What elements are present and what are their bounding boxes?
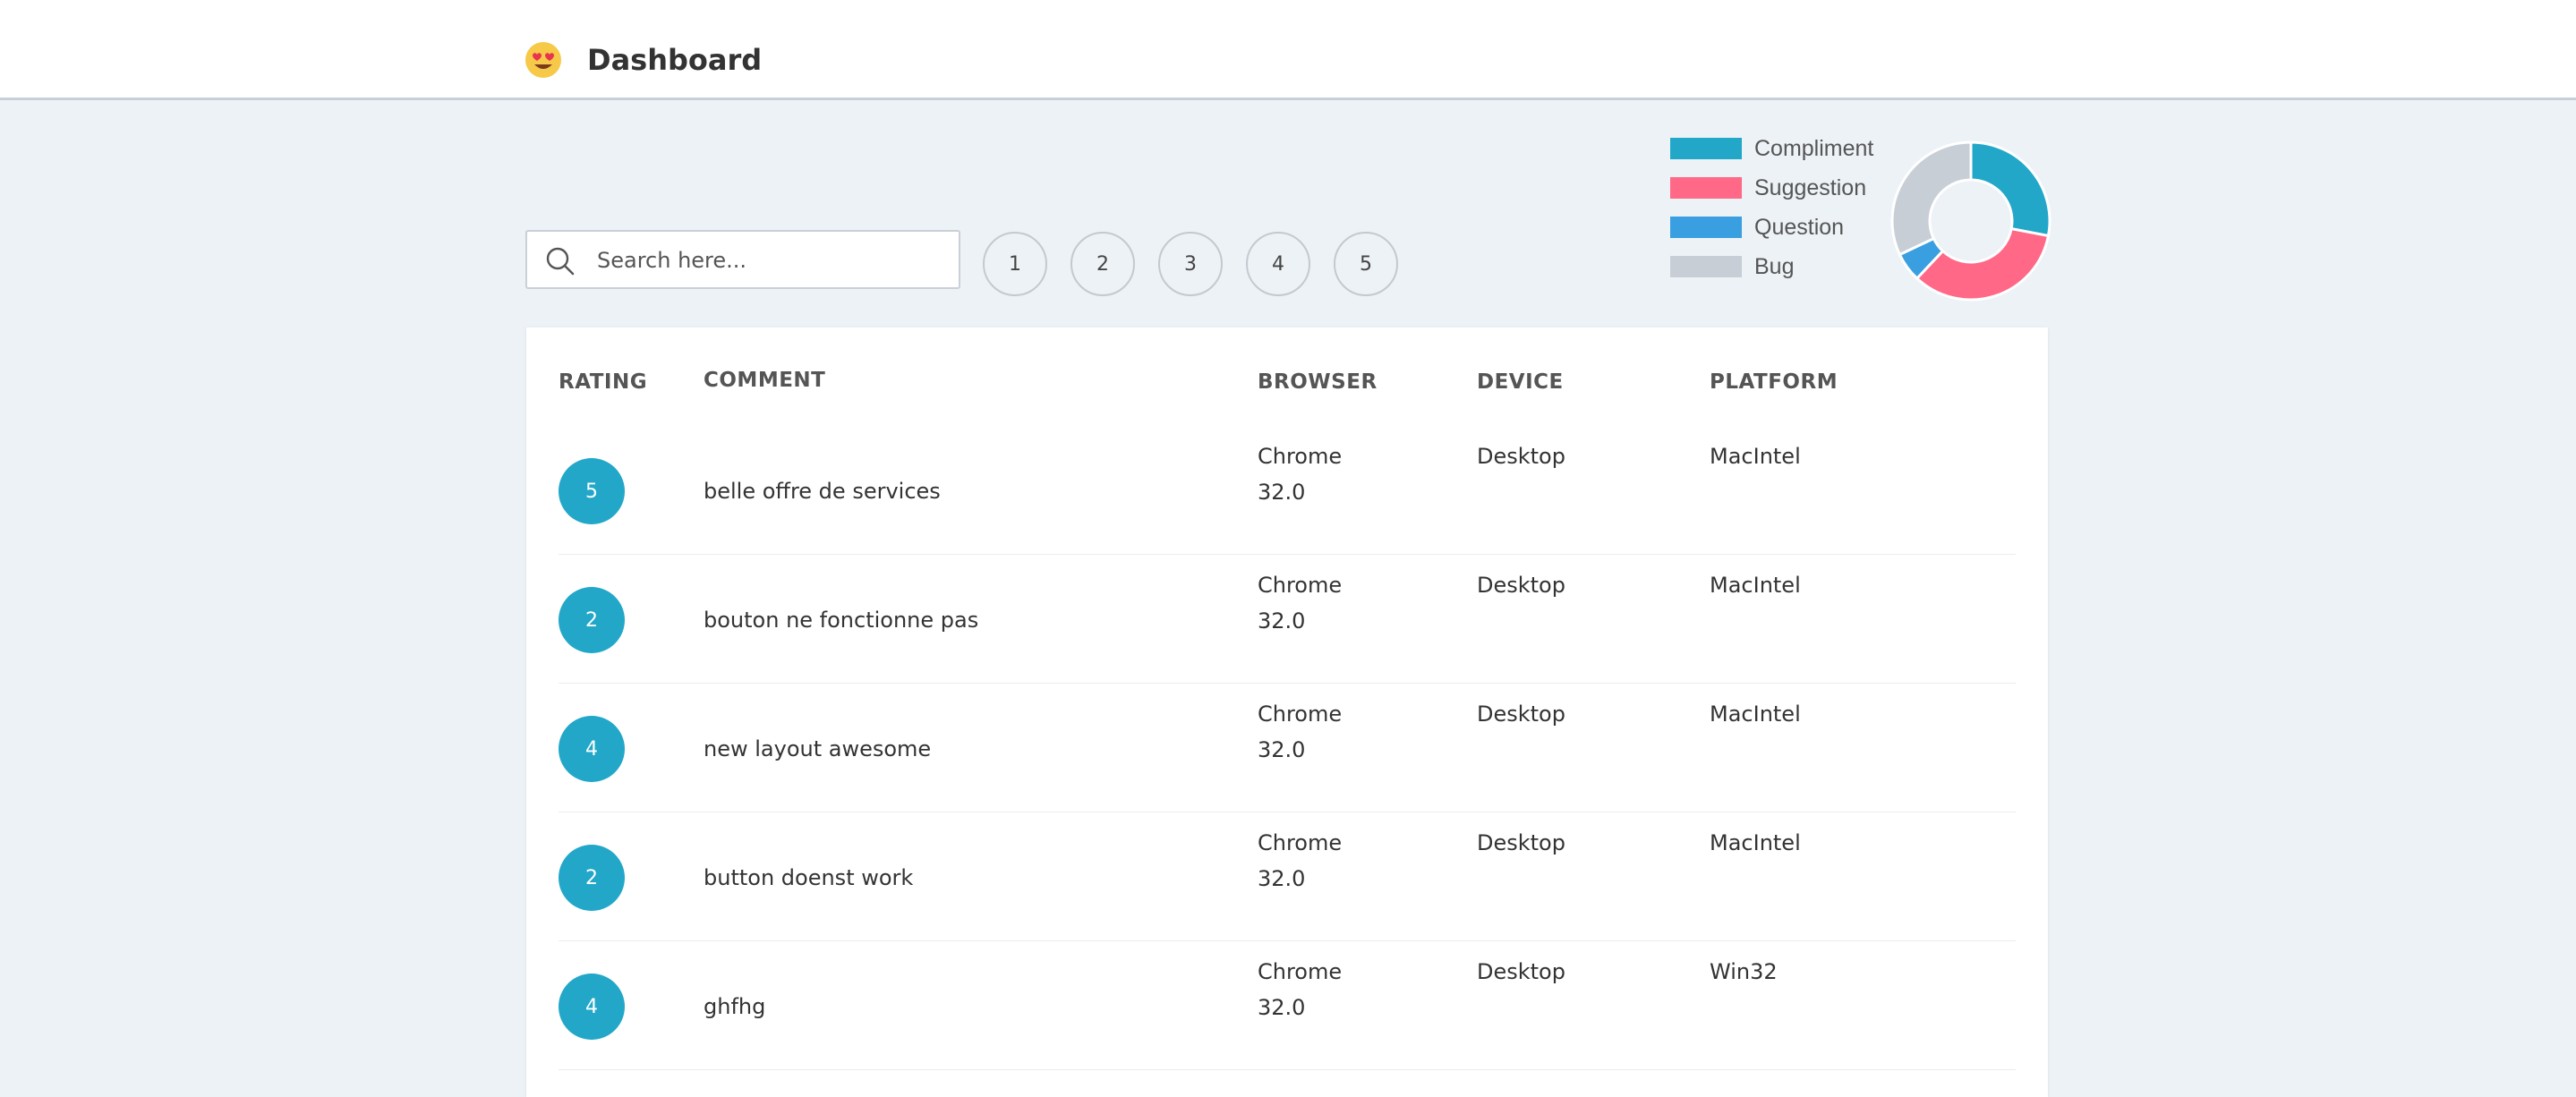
browser-version: 32.0: [1258, 737, 1306, 762]
search-input[interactable]: [595, 232, 948, 289]
legend-label: Suggestion: [1754, 175, 1867, 200]
platform-text: Win32: [1710, 959, 1778, 984]
legend-label: Question: [1754, 215, 1845, 240]
browser-version: 32.0: [1258, 866, 1306, 891]
comment-text: ghfhg: [704, 994, 766, 1019]
table-row[interactable]: 2 button doenst work Chrome 32.0 Desktop…: [559, 812, 2016, 941]
rating-badge: 4: [559, 716, 625, 782]
legend-item-compliment: Compliment: [1670, 134, 1903, 161]
page-title: Dashboard: [587, 43, 763, 77]
browser-name: Chrome: [1258, 702, 1343, 727]
legend-label: Bug: [1754, 254, 1795, 279]
legend-item-bug: Bug: [1670, 252, 1903, 279]
column-header-platform[interactable]: PLATFORM: [1710, 370, 1838, 394]
browser-version: 32.0: [1258, 608, 1306, 634]
page-button-1[interactable]: 1: [983, 232, 1047, 296]
rating-badge: 2: [559, 587, 625, 653]
donut-slice-compliment[interactable]: [1969, 140, 2051, 238]
search-icon: [546, 247, 575, 276]
legend-swatch: [1670, 138, 1742, 159]
page-button-2[interactable]: 2: [1070, 232, 1135, 296]
table-row[interactable]: 4 new layout awesome Chrome 32.0 Desktop…: [559, 684, 2016, 812]
table-row[interactable]: 2 bouton ne fonctionne pas Chrome 32.0 D…: [559, 555, 2016, 684]
top-bar: Dashboard: [0, 0, 2576, 100]
device-text: Desktop: [1477, 573, 1565, 598]
comment-text: new layout awesome: [704, 736, 932, 761]
page-button-3[interactable]: 3: [1158, 232, 1223, 296]
page-button-4[interactable]: 4: [1246, 232, 1310, 296]
row-divider: [559, 1069, 2016, 1070]
search-box[interactable]: [525, 230, 960, 289]
comment-text: bouton ne fonctionne pas: [704, 608, 979, 633]
feedback-table: RATING COMMENT BROWSER DEVICE PLATFORM 5…: [526, 327, 2048, 1097]
device-text: Desktop: [1477, 830, 1565, 855]
browser-name: Chrome: [1258, 959, 1343, 984]
column-header-comment[interactable]: COMMENT: [704, 369, 825, 392]
comment-text: belle offre de services: [704, 479, 941, 504]
rating-badge: 4: [559, 974, 625, 1040]
platform-text: MacIntel: [1710, 702, 1801, 727]
column-header-browser[interactable]: BROWSER: [1258, 370, 1378, 394]
platform-text: MacIntel: [1710, 573, 1801, 598]
page-button-5[interactable]: 5: [1334, 232, 1398, 296]
platform-text: MacIntel: [1710, 444, 1801, 469]
legend-item-suggestion: Suggestion: [1670, 174, 1903, 200]
legend-label: Compliment: [1754, 136, 1874, 161]
device-text: Desktop: [1477, 702, 1565, 727]
rating-badge: 5: [559, 458, 625, 524]
browser-version: 32.0: [1258, 995, 1306, 1020]
table-row[interactable]: 4 ghfhg Chrome 32.0 Desktop Win32: [559, 941, 2016, 1070]
comment-text: button doenst work: [704, 865, 914, 890]
browser-version: 32.0: [1258, 480, 1306, 505]
browser-name: Chrome: [1258, 444, 1343, 469]
rating-badge: 2: [559, 845, 625, 911]
legend-swatch: [1670, 256, 1742, 277]
column-header-device[interactable]: DEVICE: [1477, 370, 1564, 394]
donut-slice-suggestion[interactable]: [1915, 226, 2051, 302]
device-text: Desktop: [1477, 959, 1565, 984]
donut-slice-bug[interactable]: [1890, 140, 1973, 257]
browser-name: Chrome: [1258, 830, 1343, 855]
legend-item-question: Question: [1670, 213, 1903, 240]
column-header-rating[interactable]: RATING: [559, 370, 647, 394]
heart-eyes-emoji-icon[interactable]: [525, 41, 562, 79]
legend-swatch: [1670, 177, 1742, 199]
legend-swatch: [1670, 217, 1742, 238]
device-text: Desktop: [1477, 444, 1565, 469]
table-row[interactable]: 5 belle offre de services Chrome 32.0 De…: [559, 426, 2016, 555]
browser-name: Chrome: [1258, 573, 1343, 598]
category-donut-chart: [1890, 140, 2051, 302]
platform-text: MacIntel: [1710, 830, 1801, 855]
